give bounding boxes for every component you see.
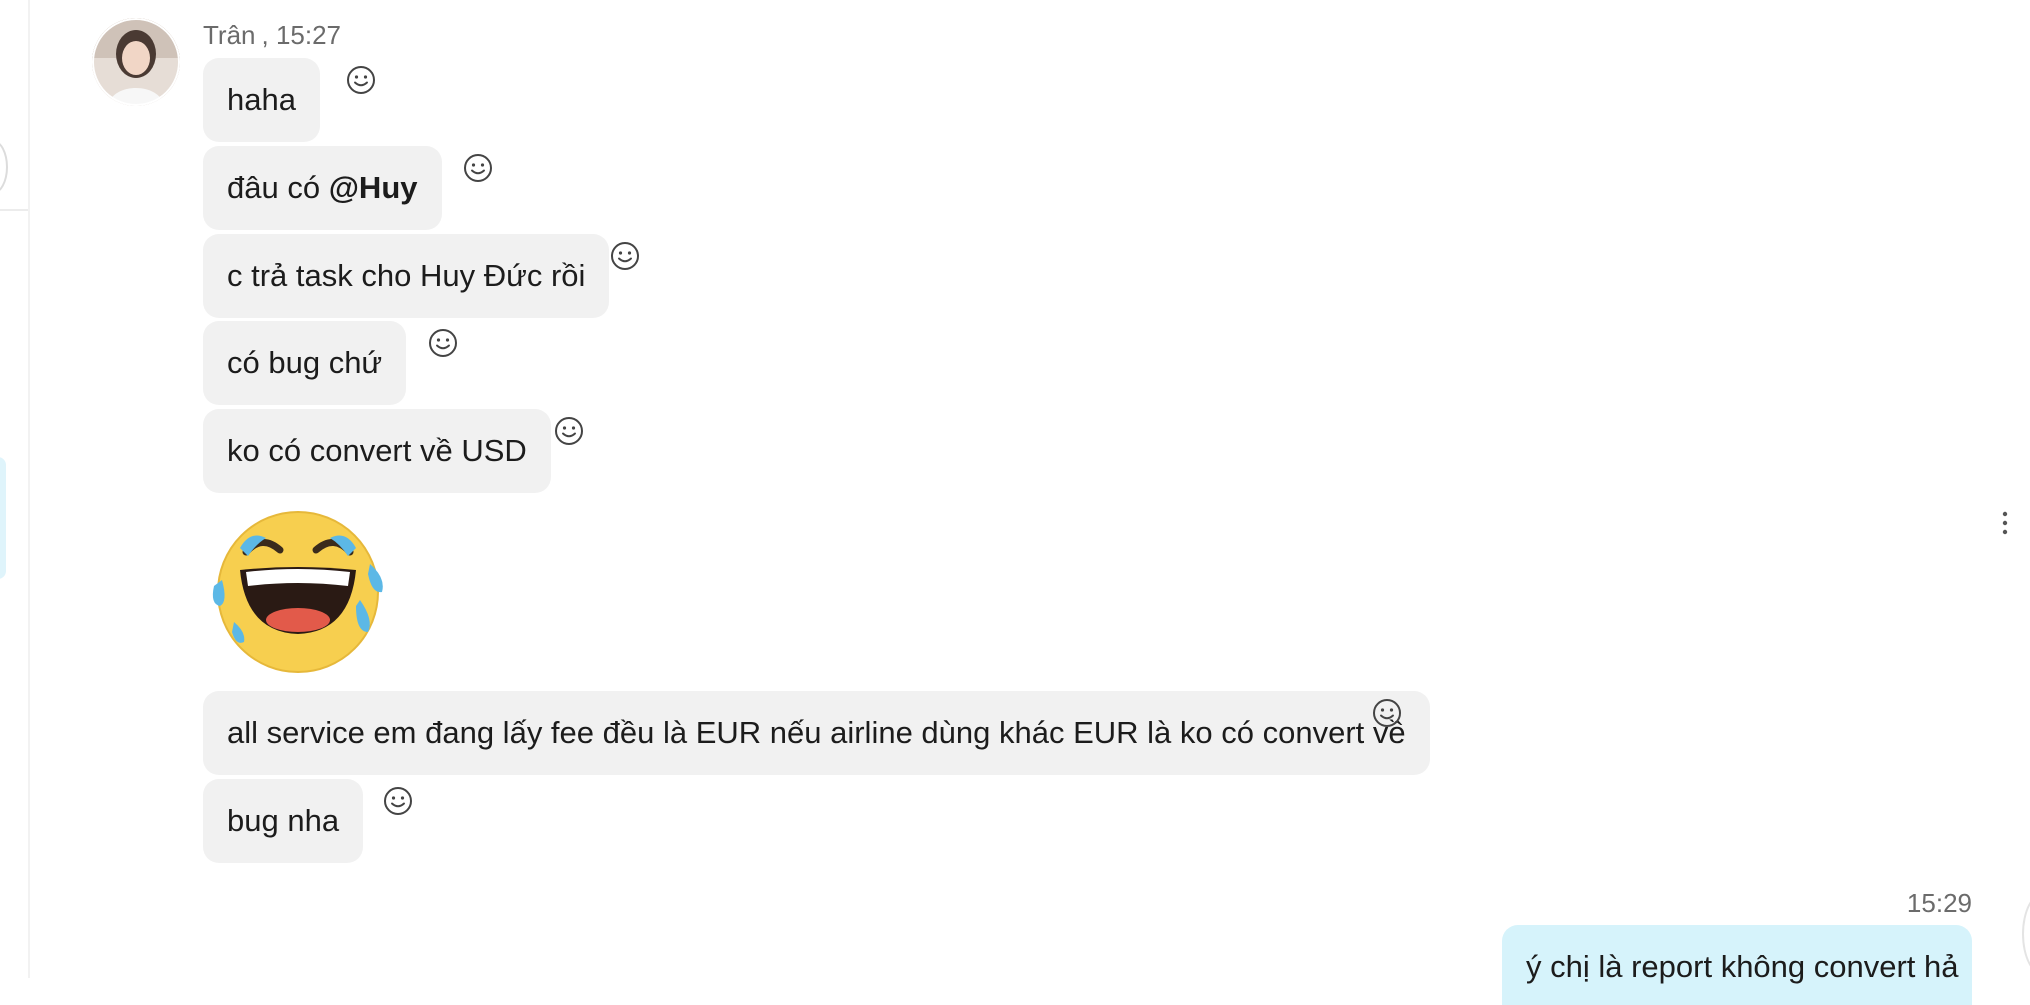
message-text: bug nha: [227, 803, 340, 838]
smiley-react-icon[interactable]: [610, 241, 640, 271]
smiley-react-icon[interactable]: [346, 65, 376, 95]
sender-name-separator: ,: [261, 20, 276, 50]
more-vertical-icon[interactable]: [2000, 510, 2010, 536]
message-text: ko có convert về USD: [227, 433, 527, 468]
selected-conversation-highlight[interactable]: [0, 457, 6, 579]
message-bubble[interactable]: c trả task cho Huy Đức rồi: [203, 234, 610, 318]
outgoing-message-text: ý chị là report không convert hả: [1526, 949, 1959, 984]
outgoing-message-bubble[interactable]: ý chị là report không convert hả: [1502, 925, 1972, 1005]
message-bubble[interactable]: haha: [203, 58, 320, 142]
message-time: 15:27: [275, 20, 342, 50]
message-bubble[interactable]: có bug chứ: [203, 321, 407, 405]
laughing-tears-sticker[interactable]: [210, 508, 386, 678]
message-text: all service em đang lấy fee đều là EUR n…: [227, 715, 1406, 750]
smiley-react-icon[interactable]: [463, 153, 493, 183]
outgoing-message-time: 15:29: [1906, 888, 1972, 918]
sender-avatar[interactable]: [92, 18, 180, 106]
sender-name: Trân: [203, 20, 256, 50]
left-panel-edge: [0, 0, 30, 978]
right-panel-button[interactable]: [2022, 892, 2030, 976]
message-bubble[interactable]: đâu có @Huy: [203, 146, 442, 230]
sender-meta: Trân, 15:27: [203, 20, 341, 51]
message-bubble[interactable]: all service em đang lấy fee đều là EUR n…: [203, 691, 1430, 775]
left-panel-button[interactable]: [0, 140, 8, 194]
message-bubble[interactable]: ko có convert về USD: [203, 409, 551, 493]
smiley-react-icon[interactable]: [1372, 698, 1402, 728]
smiley-react-icon[interactable]: [383, 786, 413, 816]
message-text: đâu có: [227, 170, 329, 205]
message-text: haha: [227, 82, 296, 117]
left-panel-divider: [0, 209, 28, 211]
message-bubble[interactable]: bug nha: [203, 779, 364, 863]
smiley-react-icon[interactable]: [554, 416, 584, 446]
message-text: có bug chứ: [227, 345, 383, 380]
avatar-image: [92, 18, 180, 106]
smiley-react-icon[interactable]: [428, 328, 458, 358]
mention-link[interactable]: @Huy: [329, 170, 418, 205]
message-text: c trả task cho Huy Đức rồi: [227, 258, 586, 293]
